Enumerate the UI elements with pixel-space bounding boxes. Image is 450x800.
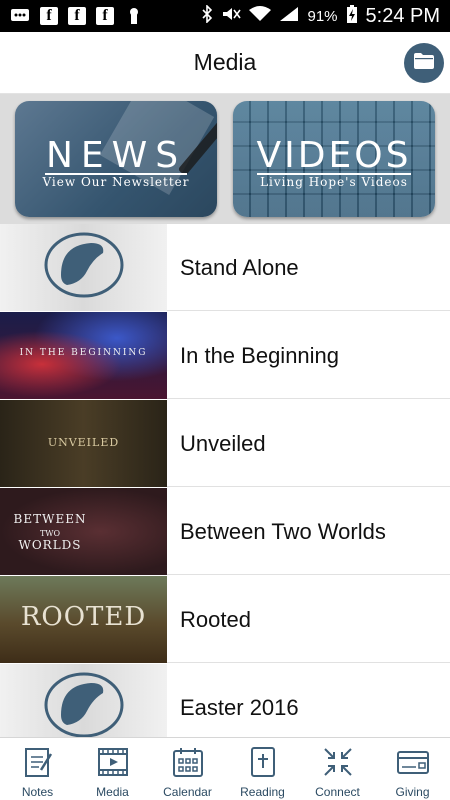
bible-icon xyxy=(246,745,280,779)
battery-charging-icon xyxy=(346,4,358,29)
series-thumbnail: ROOTED xyxy=(0,576,167,663)
list-item[interactable]: BETWEEN TWO WORLDS Between Two Worlds xyxy=(0,488,450,575)
bottom-tab-bar: Notes Media Calendar Reading Connect Giv… xyxy=(0,737,450,800)
bluetooth-icon xyxy=(201,3,213,28)
battery-percent: 91% xyxy=(307,7,338,25)
clock: 5:24 PM xyxy=(365,4,440,27)
signal-icon xyxy=(279,6,299,27)
series-title: Easter 2016 xyxy=(180,695,299,720)
news-tile[interactable]: NEWS View Our Newsletter xyxy=(15,101,217,217)
facebook-notification-icon: f xyxy=(40,7,58,25)
thumbnail-text: TWO xyxy=(39,529,61,538)
tab-connect[interactable]: Connect xyxy=(300,738,375,800)
series-title: Between Two Worlds xyxy=(180,519,386,544)
thumbnail-text: IN THE BEGINNING xyxy=(19,348,148,358)
videos-tile-title: VIDEOS xyxy=(256,135,412,176)
tab-label: Giving xyxy=(395,785,430,799)
wifi-icon xyxy=(249,5,272,27)
status-bar: f f f 91% 5:24 PM xyxy=(0,0,450,32)
thumbnail-text: ROOTED xyxy=(20,602,147,632)
folder-icon xyxy=(413,52,435,75)
tab-media[interactable]: Media xyxy=(75,738,150,800)
tab-label: Connect xyxy=(315,785,360,799)
media-banner: NEWS View Our Newsletter VIDEOS Living H… xyxy=(0,94,450,224)
series-thumbnail: IN THE BEGINNING xyxy=(0,312,167,399)
church-logo-icon xyxy=(43,231,125,304)
series-title: Unveiled xyxy=(180,431,266,456)
series-title: Rooted xyxy=(180,607,251,632)
calendar-icon xyxy=(171,745,205,779)
series-thumbnail xyxy=(0,224,167,311)
message-notification-icon xyxy=(10,6,30,26)
tab-label: Reading xyxy=(240,785,285,799)
tab-notes[interactable]: Notes xyxy=(0,738,75,800)
mute-icon xyxy=(221,6,242,27)
facebook-notification-icon: f xyxy=(96,7,114,25)
videos-tile[interactable]: VIDEOS Living Hope's Videos xyxy=(233,101,435,217)
list-item[interactable]: IN THE BEGINNING In the Beginning xyxy=(0,312,450,399)
facebook-notification-icon: f xyxy=(68,7,86,25)
tab-reading[interactable]: Reading xyxy=(225,738,300,800)
folder-button[interactable] xyxy=(404,43,444,83)
list-item[interactable]: ROOTED Rooted xyxy=(0,576,450,663)
series-thumbnail: BETWEEN TWO WORLDS xyxy=(0,488,167,575)
connect-icon xyxy=(321,745,355,779)
news-tile-subtitle: View Our Newsletter xyxy=(42,175,190,189)
series-thumbnail xyxy=(0,664,167,737)
thumbnail-text: BETWEEN xyxy=(13,512,87,526)
tab-calendar[interactable]: Calendar xyxy=(150,738,225,800)
series-title: Stand Alone xyxy=(180,255,299,280)
page-title: Media xyxy=(193,49,257,75)
news-tile-title: NEWS xyxy=(45,135,187,176)
church-logo-icon xyxy=(43,671,125,737)
series-list: Stand Alone IN THE BEGINNING In the Begi… xyxy=(0,224,450,737)
keyhole-notification-icon xyxy=(124,6,144,26)
videos-tile-subtitle: Living Hope's Videos xyxy=(260,175,408,189)
tab-label: Notes xyxy=(21,785,54,799)
giving-icon xyxy=(396,745,430,779)
thumbnail-text: UNVEILED xyxy=(47,436,120,449)
notes-icon xyxy=(21,745,55,779)
app-header: Media xyxy=(0,32,450,94)
series-thumbnail: UNVEILED xyxy=(0,400,167,487)
list-item[interactable]: Stand Alone xyxy=(0,224,450,311)
tab-label: Media xyxy=(96,785,129,799)
series-title: In the Beginning xyxy=(180,343,340,368)
list-item[interactable]: Easter 2016 xyxy=(0,664,450,737)
media-icon xyxy=(96,745,130,779)
tab-label: Calendar xyxy=(163,785,212,799)
thumbnail-text: WORLDS xyxy=(18,538,82,552)
tab-giving[interactable]: Giving xyxy=(375,738,450,800)
list-item[interactable]: UNVEILED Unveiled xyxy=(0,400,450,487)
